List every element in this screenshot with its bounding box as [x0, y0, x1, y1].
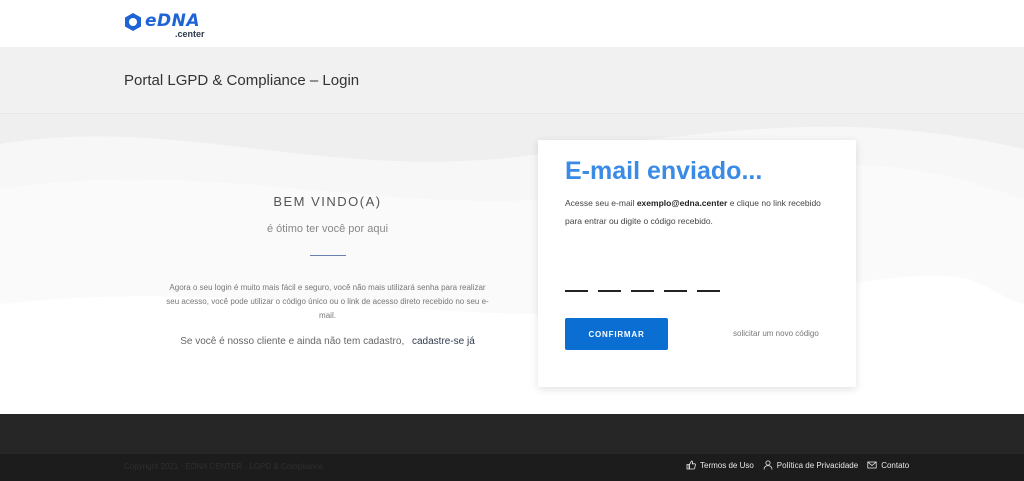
card-title: E-mail enviado... [565, 157, 763, 185]
login-card: E-mail enviado... Acesse seu e-mail exem… [538, 140, 856, 387]
top-bar: eDNA .center [0, 0, 1024, 47]
request-new-code-link[interactable]: solicitar um novo código [733, 329, 819, 338]
code-digit-1[interactable] [565, 270, 588, 292]
footer-link-terms[interactable]: Termos de Uso [686, 460, 754, 470]
logo-subtext: .center [175, 29, 205, 39]
main-section: BEM VINDO(A) é ótimo ter você por aqui A… [0, 114, 1024, 414]
welcome-divider [309, 255, 346, 256]
code-digit-3[interactable] [631, 270, 654, 292]
code-digit-4[interactable] [664, 270, 687, 292]
footer-link-label: Termos de Uso [700, 460, 754, 470]
footer: Copyright 2021 · EDNA CENTER · LGPD & Co… [0, 454, 1024, 481]
footer-link-contact[interactable]: Contato [867, 460, 909, 470]
welcome-subtitle: é ótimo ter você por aqui [266, 223, 389, 235]
logo-wordmark: eDNA [145, 11, 201, 31]
footer-links: Termos de Uso Política de Privacidade Co… [686, 460, 918, 470]
card-instructions: Acesse seu e-mail exemplo@edna.center e … [565, 194, 835, 230]
code-digit-2[interactable] [598, 270, 621, 292]
page-title: Portal LGPD & Compliance – Login [124, 72, 360, 89]
confirm-button[interactable]: CONFIRMAR [565, 318, 668, 350]
instructions-before: Acesse seu e-mail [565, 198, 635, 208]
signup-prompt-text: Se você é nosso cliente e ainda não tem … [180, 336, 405, 347]
welcome-description: Agora o seu login é muito mais fácil e s… [166, 283, 489, 320]
code-digit-5[interactable] [697, 270, 720, 292]
email-address: exemplo@edna.center [636, 198, 728, 208]
signup-link[interactable]: cadastre-se já [412, 336, 475, 347]
footer-link-privacy[interactable]: Política de Privacidade [763, 460, 858, 470]
footer-link-label: Política de Privacidade [776, 460, 859, 470]
welcome-panel: BEM VINDO(A) é ótimo ter você por aqui A… [160, 194, 495, 347]
footer-band [0, 414, 1024, 454]
footer-link-label: Contato [881, 460, 910, 470]
envelope-icon [867, 461, 877, 469]
signup-prompt: Se você é nosso cliente e ainda não tem … [160, 336, 495, 347]
copyright-text: Copyright 2021 · EDNA CENTER · LGPD & Co… [124, 462, 324, 471]
user-icon [763, 460, 773, 470]
background-waves [0, 114, 1024, 414]
code-input-group [565, 270, 720, 292]
thumbs-up-icon [686, 460, 696, 470]
edna-logo[interactable]: eDNA .center [123, 8, 223, 40]
title-bar: Portal LGPD & Compliance – Login [0, 47, 1024, 114]
welcome-title: BEM VINDO(A) [273, 194, 382, 209]
logo-mark-icon [125, 13, 141, 31]
